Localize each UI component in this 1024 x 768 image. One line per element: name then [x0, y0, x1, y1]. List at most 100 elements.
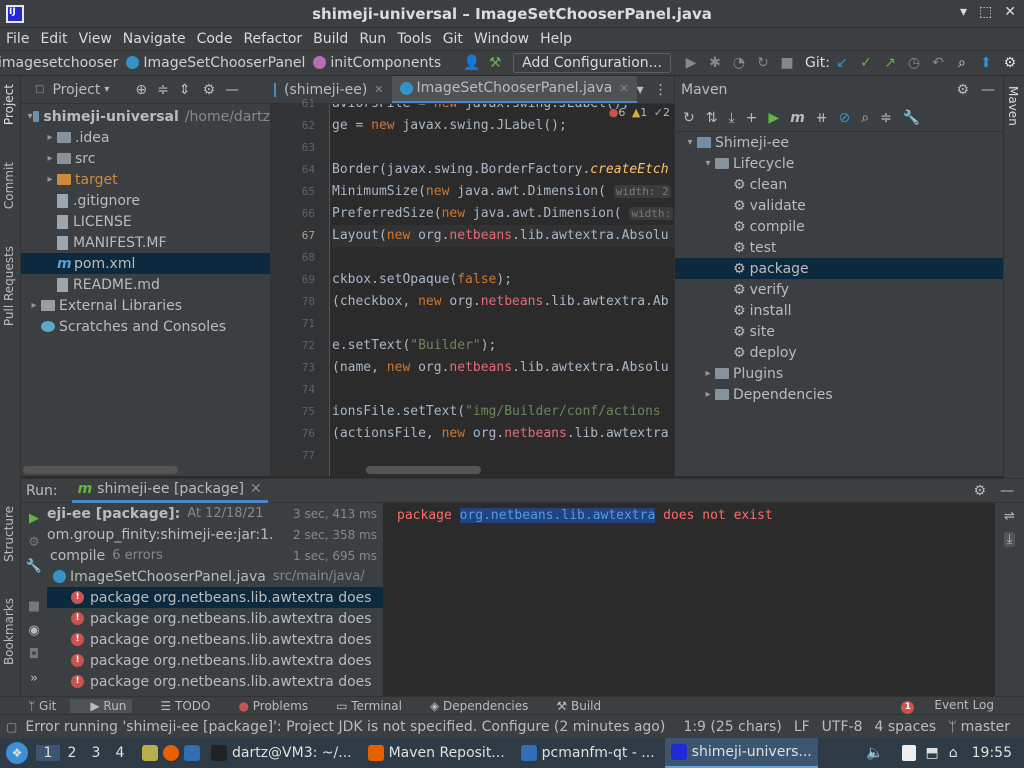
add-configuration-button[interactable]: Add Configuration... [513, 53, 671, 73]
maven-tree-item[interactable]: ⚙ package [675, 258, 1003, 279]
build-output-row[interactable]: om.group_finity:shimeji-ee:jar:1. 2 sec, … [47, 524, 383, 545]
inspection-widget[interactable]: ●6 ▲1 ✓2 [609, 106, 670, 119]
git-update-icon[interactable]: ↙ [834, 55, 850, 71]
menu-view[interactable]: View [79, 31, 112, 47]
maven-tree-item[interactable]: ⚙ test [675, 237, 1003, 258]
more-icon[interactable]: » [30, 671, 38, 686]
tool-tab-terminal[interactable]: ▭ Terminal [322, 699, 402, 713]
close-tab-icon[interactable]: ✕ [619, 82, 628, 95]
maven-tree-item[interactable]: ⚙ compile [675, 216, 1003, 237]
workspace-4[interactable]: 4 [108, 745, 132, 761]
project-view-dropdown[interactable]: Project [52, 82, 100, 98]
project-tree-item[interactable]: Scratches and Consoles [21, 316, 270, 337]
menu-edit[interactable]: Edit [40, 31, 67, 47]
project-tree-item[interactable]: MANIFEST.MF [21, 232, 270, 253]
chevron-icon[interactable]: ▾ [683, 137, 697, 148]
start-menu-icon[interactable]: ❖ [6, 742, 28, 764]
maven-tree-item[interactable]: ⚙ site [675, 321, 1003, 342]
editor-horizontal-scrollbar[interactable] [366, 466, 481, 474]
chevron-down-icon[interactable]: ▾ [104, 84, 109, 95]
build-output-row[interactable]: ! package org.netbeans.lib.awtextra does [47, 587, 383, 608]
desktop-launcher-icon[interactable] [184, 745, 200, 761]
restore-icon[interactable]: ⬚ [979, 4, 992, 20]
collapse-all-icon[interactable]: ≑ [880, 110, 892, 126]
git-commit-icon[interactable]: ✓ [858, 55, 874, 71]
locate-icon[interactable]: ⊕ [135, 82, 147, 98]
editor-tab[interactable]: ImageSetChooserPanel.java ✕ [391, 76, 637, 103]
gear-icon[interactable]: ⚙ [203, 82, 216, 98]
maven-tree-item[interactable]: ▸ Dependencies [675, 384, 1003, 405]
build-output-row[interactable]: ! package org.netbeans.lib.awtextra does [47, 650, 383, 671]
taskbar-task[interactable]: dartz@VM3: ~/... [205, 738, 358, 768]
gear-icon[interactable]: ⚙ [973, 483, 986, 499]
tool-tab-commit[interactable]: Commit [2, 162, 16, 209]
build-hammer-icon[interactable]: ⚒ [487, 55, 503, 71]
tool-tab-structure[interactable]: Structure [2, 506, 16, 562]
tool-tab-build[interactable]: ⚒ Build [542, 699, 601, 713]
event-log-tab[interactable]: 1 Event Log [887, 698, 994, 714]
rerun-icon[interactable]: ▶ [29, 511, 39, 526]
project-tree-item[interactable]: ▸ .idea [21, 127, 270, 148]
maven-tree-item[interactable]: ⚙ install [675, 300, 1003, 321]
tool-tab-bookmarks[interactable]: Bookmarks [2, 598, 16, 665]
download-icon[interactable]: ⤓ [728, 110, 734, 126]
chevron-icon[interactable]: ▸ [27, 300, 41, 311]
maven-tree-item[interactable]: ▾ Shimeji-ee [675, 132, 1003, 153]
menu-file[interactable]: File [6, 31, 29, 47]
stop-icon[interactable]: ■ [779, 55, 795, 71]
hide-icon[interactable]: — [981, 82, 995, 98]
rollback-icon[interactable]: ↶ [930, 55, 946, 71]
display-icon[interactable]: ⬒ [926, 745, 939, 761]
git-branch[interactable]: master [961, 719, 1010, 735]
breadcrumb-class[interactable]: ImageSetChooserPanel [126, 55, 305, 71]
volume-icon[interactable]: 🔈 [866, 745, 883, 761]
skip-tests-icon[interactable]: ⊘ [839, 110, 851, 126]
run-icon[interactable]: ▶ [683, 55, 699, 71]
settings-wrench-icon[interactable]: 🔧 [26, 559, 42, 574]
git-push-icon[interactable]: ↗ [882, 55, 898, 71]
workspace-3[interactable]: 3 [84, 745, 108, 761]
user-icon[interactable]: 👤 [463, 55, 480, 71]
maven-tree-item[interactable]: ⚙ validate [675, 195, 1003, 216]
line-separator[interactable]: LF [794, 719, 810, 735]
menu-window[interactable]: Window [474, 31, 529, 47]
clock[interactable]: 19:55 [972, 745, 1012, 761]
close-icon[interactable]: ✕ [1004, 4, 1016, 20]
update-ide-icon[interactable]: ⬆ [978, 55, 994, 71]
chevron-icon[interactable]: ▾ [701, 158, 715, 169]
menu-build[interactable]: Build [313, 31, 348, 47]
menu-navigate[interactable]: Navigate [123, 31, 186, 47]
project-tree-item[interactable]: LICENSE [21, 211, 270, 232]
chevron-icon[interactable]: ▸ [701, 368, 715, 379]
build-output-row[interactable]: ! package org.netbeans.lib.awtextra does [47, 608, 383, 629]
project-tree-item[interactable]: README.md [21, 274, 270, 295]
build-output-row[interactable]: eji-ee [package]: At 12/18/21 3 sec, 413 m… [47, 503, 383, 524]
toggle-offline-icon[interactable]: ⧺ [816, 110, 828, 126]
menu-git[interactable]: Git [443, 31, 463, 47]
history-icon[interactable]: ◷ [906, 55, 922, 71]
tool-tab-git[interactable]: ᛘ Git [14, 699, 56, 713]
build-output-row[interactable]: ImageSetChooserPanel.java src/main/java/ [47, 566, 383, 587]
file-encoding[interactable]: UTF-8 [822, 719, 863, 735]
code-area[interactable]: aviorsFile = new javax.swing.JLabel(); g… [332, 104, 674, 476]
add-icon[interactable]: + [746, 110, 758, 126]
taskbar-task[interactable]: pcmanfm-qt - ... [515, 738, 661, 768]
generate-sources-icon[interactable]: ⇅ [706, 110, 718, 126]
toggle-tool-windows-icon[interactable]: ▢ [6, 720, 17, 734]
chevron-icon[interactable]: ▸ [43, 153, 57, 164]
project-tree-item[interactable]: .gitignore [21, 190, 270, 211]
scroll-to-end-icon[interactable]: ⤓ [1003, 532, 1016, 547]
settings-icon[interactable]: ⚙ [1002, 55, 1018, 71]
chevron-icon[interactable]: ▸ [43, 174, 57, 185]
expand-icon[interactable]: ⇕ [179, 82, 191, 98]
wrench-icon[interactable]: 🔧 [903, 110, 920, 126]
profile-icon[interactable]: ↻ [755, 55, 771, 71]
search-icon[interactable]: ⌕ [861, 110, 869, 126]
taskbar-task[interactable]: Maven Reposit... [362, 738, 511, 768]
menu-help[interactable]: Help [540, 31, 572, 47]
close-tab-icon[interactable]: ✕ [374, 83, 383, 96]
hide-icon[interactable]: — [1000, 483, 1014, 499]
collapse-icon[interactable]: ≑ [157, 82, 169, 98]
taskbar-task[interactable]: shimeji-univers... [664, 738, 818, 768]
file-manager-launcher-icon[interactable] [142, 745, 158, 761]
